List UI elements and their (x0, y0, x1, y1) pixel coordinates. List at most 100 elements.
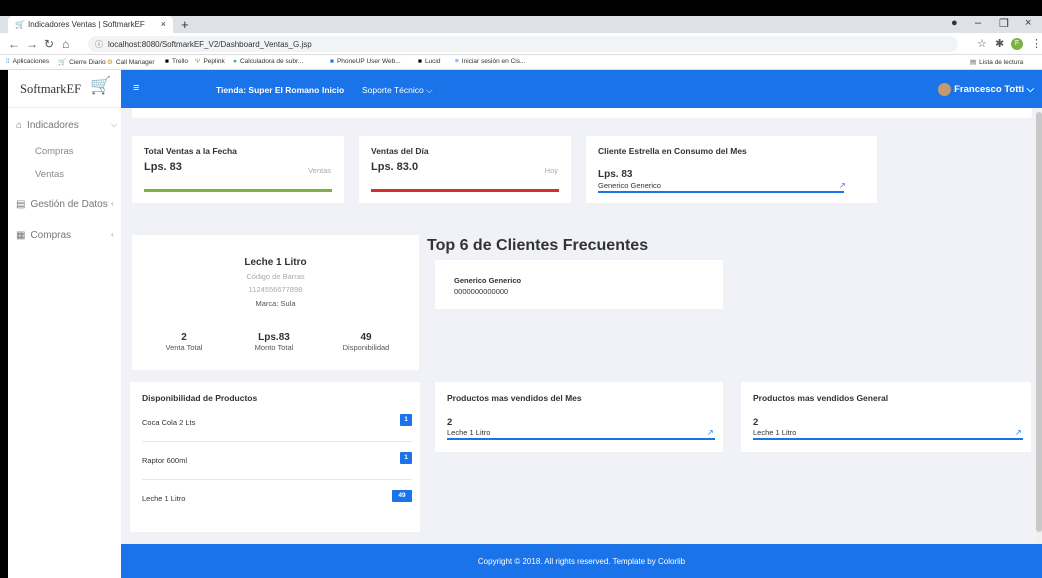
brand-name: SoftmarkEF (20, 82, 82, 96)
restore-button[interactable]: ❐ (999, 17, 1009, 30)
bookmarks-bar: ⁞⁞ Aplicaciones 🛒 Cierre Diario ⚙ Call Mana… (0, 55, 1042, 70)
app: SoftmarkEF 🛒 ⌂ Indicadores ⌵ Compras Vent… (8, 70, 1042, 578)
product-name: Leche 1 Litro (447, 428, 491, 437)
table-icon: ▦ (16, 230, 26, 241)
forward-icon[interactable]: → (26, 37, 38, 51)
footer-text: Copyright © 2018. All rights reserved. T… (477, 557, 686, 566)
close-tab-icon[interactable]: × (161, 19, 166, 29)
top-navbar: ≡ Tienda: Super El Romano Inicio Soporte… (121, 70, 1042, 108)
product-name: Coca Cola 2 Lts (142, 418, 196, 427)
browser-tab[interactable]: 🛒 Indicadores Ventas | SoftmarkEF × (8, 16, 173, 33)
trend-up-icon: ↗ (1015, 428, 1022, 437)
card-value: Lps. 83.0 (371, 161, 419, 173)
list-item: Raptor 600ml 1 (142, 444, 412, 480)
bookmark[interactable]: ● Calculadora de subr... (233, 58, 303, 65)
star-icon[interactable]: ☆ (977, 37, 987, 50)
more-icon[interactable]: ⋮ (1031, 37, 1042, 50)
profile-avatar[interactable]: F (1011, 38, 1023, 50)
stat-venta-total: 2 Venta Total (144, 332, 224, 352)
sidebar-item-indicadores[interactable]: ⌂ Indicadores ⌵ (16, 120, 117, 131)
sidebar-subitem-ventas[interactable]: Ventas (35, 169, 64, 180)
logo[interactable]: SoftmarkEF 🛒 (8, 70, 121, 108)
product-name: Leche 1 Litro (244, 257, 307, 268)
bookmark[interactable]: ⚙ Call Manager (107, 58, 155, 66)
card-total-ventas: Total Ventas a la Fecha Lps. 83 Ventas (132, 136, 344, 203)
card-underline (753, 438, 1023, 440)
card-cliente-estrella: Cliente Estrella en Consumo del Mes Lps.… (586, 136, 877, 203)
store-name: Tienda: Super El Romano (216, 85, 320, 95)
client-id: 0000000000000 (454, 287, 509, 296)
bookmark[interactable]: 🛒 Cierre Diario (58, 58, 106, 66)
avatar (938, 83, 952, 96)
close-window-button[interactable]: × (1025, 17, 1031, 29)
qty-badge: 49 (392, 490, 412, 502)
url-bar[interactable]: ⓘ localhost:8080/SoftmarkEF_V2/Dashboard… (88, 36, 958, 52)
stat-monto-total: Lps.83 Monto Total (234, 332, 314, 352)
record-icon[interactable]: ● (951, 17, 958, 29)
card-title: Cliente Estrella en Consumo del Mes (598, 146, 747, 156)
card-mas-vendidos-mes: Productos mas vendidos del Mes 2 Leche 1… (435, 382, 723, 452)
bookmark[interactable]: Ψ Peplink (195, 58, 225, 65)
client-name: Generico Generico (454, 276, 522, 285)
stat-label: Monto Total (254, 343, 294, 352)
calculator-icon: ● (233, 58, 237, 65)
sidebar-item-label: Gestión de Datos (30, 199, 108, 210)
phone-icon: ■ (330, 58, 334, 65)
sidebar-subitem-compras[interactable]: Compras (35, 146, 74, 157)
list-item: Coca Cola 2 Lts 1 (142, 406, 412, 442)
user-menu[interactable]: Francesco Totti ⌵ (938, 83, 1034, 96)
chevron-left-icon: ‹ (111, 199, 114, 208)
card-value: Lps. 83 (598, 169, 633, 180)
chevron-down-icon: ⌵ (426, 85, 433, 95)
chevron-down-icon: ⌵ (1026, 84, 1034, 96)
nav-soporte[interactable]: Soporte Técnico ⌵ (362, 85, 433, 96)
card-underline (598, 191, 844, 193)
document-icon: ▤ (16, 199, 26, 210)
home-icon: ⌂ (16, 120, 23, 131)
trello-icon: ■ (165, 58, 169, 65)
trend-up-icon: ↗ (707, 428, 714, 437)
stat-value: 2 (181, 332, 187, 343)
sidebar-item-gestion-datos[interactable]: ▤ Gestión de Datos ‹ (16, 199, 114, 210)
card-title: Productos mas vendidos General (753, 393, 889, 403)
new-tab-button[interactable]: + (181, 17, 189, 32)
trend-up-icon: ↗ (839, 181, 846, 190)
card-value: Lps. 83 (144, 161, 182, 173)
url-text: localhost:8080/SoftmarkEF_V2/Dashboard_V… (108, 40, 312, 49)
reading-list-icon: ▤ (970, 59, 977, 66)
card-progress-bar (371, 189, 559, 192)
bookmark[interactable]: ■ PhoneUP User Web... (330, 58, 401, 65)
bookmark[interactable]: ≡ Iniciar sesión en Cis... (455, 58, 525, 65)
card-ventas-dia: Ventas del Día Lps. 83.0 Hoy (359, 136, 571, 203)
cart-favicon-icon: 🛒 (15, 20, 25, 29)
sidebar: SoftmarkEF 🛒 ⌂ Indicadores ⌵ Compras Vent… (8, 70, 121, 578)
scrollbar-thumb[interactable] (1036, 112, 1042, 532)
nav-soporte-label: Soporte Técnico (362, 85, 424, 95)
barcode-label: Código de Barras (246, 272, 305, 281)
info-icon[interactable]: ⓘ (95, 39, 103, 50)
sidebar-item-label: Indicadores (27, 120, 79, 131)
card-underline (447, 438, 715, 440)
reading-list[interactable]: ▤ Lista de lectura (970, 58, 1023, 66)
extensions-icon[interactable]: ✱ (995, 37, 1004, 50)
minimize-button[interactable]: – (975, 17, 981, 29)
reload-icon[interactable]: ↻ (44, 37, 54, 51)
top-client-card[interactable]: Generico Generico 0000000000000 (435, 260, 723, 309)
bookmark[interactable]: ■ Trello (165, 58, 188, 65)
sidebar-item-label: Compras (30, 230, 72, 241)
card-disponibilidad: Disponibilidad de Productos Coca Cola 2 … (130, 382, 420, 532)
card-title: Total Ventas a la Fecha (144, 146, 237, 156)
card-value: 2 (753, 417, 759, 428)
sidebar-item-compras[interactable]: ▦ Compras ‹ (16, 230, 114, 241)
back-icon[interactable]: ← (8, 37, 20, 51)
stat-label: Venta Total (165, 343, 203, 352)
screen: 🛒 Indicadores Ventas | SoftmarkEF × + ● … (0, 0, 1042, 578)
home-icon[interactable]: ⌂ (62, 37, 69, 51)
nav-inicio[interactable]: Inicio (322, 85, 344, 95)
cart-icon: 🛒 (58, 59, 67, 66)
bookmark-apps[interactable]: ⁞⁞ Aplicaciones (6, 58, 49, 65)
peplink-icon: Ψ (195, 58, 201, 65)
bookmark[interactable]: ■ Lucid (418, 58, 440, 65)
hamburger-icon[interactable]: ≡ (133, 82, 139, 94)
browser-tab-bar: 🛒 Indicadores Ventas | SoftmarkEF × + ● … (0, 16, 1042, 33)
